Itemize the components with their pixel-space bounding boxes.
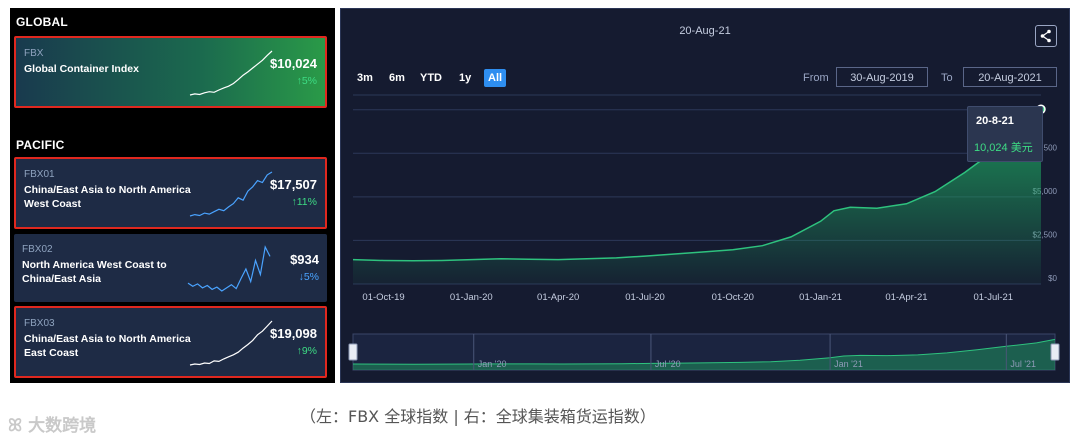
index-price: $10,024 bbox=[270, 56, 317, 71]
share-icon bbox=[1040, 29, 1051, 43]
sparkline bbox=[189, 171, 273, 217]
price-chart[interactable]: $0$2,500$5,000$7,50001-Oct-19 01-Jan-20 01… bbox=[341, 89, 1069, 379]
navigator-label: Jan '20 bbox=[478, 359, 507, 369]
sparkline bbox=[189, 320, 273, 366]
index-name: North America West Coast to China/East A… bbox=[22, 259, 167, 285]
index-price: $934 bbox=[290, 252, 319, 267]
index-price: $17,507 bbox=[270, 177, 317, 192]
x-tick-label: 01-Jul-21 bbox=[973, 292, 1013, 303]
index-name: Global Container Index bbox=[24, 63, 139, 75]
share-button[interactable] bbox=[1035, 25, 1057, 47]
to-date-input[interactable]: 20-Aug-2021 bbox=[963, 67, 1057, 87]
x-tick-label: 01-Jul-20 bbox=[625, 292, 665, 303]
navigator-label: Jul '20 bbox=[655, 359, 681, 369]
global-section-title: GLOBAL bbox=[16, 15, 68, 29]
index-code: FBX bbox=[24, 48, 44, 59]
index-name: China/East Asia to North America East Co… bbox=[24, 333, 191, 359]
navigator-handle-right[interactable] bbox=[1050, 343, 1060, 361]
x-tick-label: 01-Jan-21 bbox=[799, 292, 842, 303]
index-change: ↑9% bbox=[296, 345, 317, 357]
index-price: $19,098 bbox=[270, 326, 317, 341]
chart-tooltip: 20-8-21 10,024 美元 bbox=[967, 106, 1043, 162]
sparkline-series bbox=[189, 50, 273, 96]
chart-date-label: 20-Aug-21 bbox=[679, 25, 731, 37]
x-tick-label: 01-Oct-20 bbox=[712, 292, 754, 303]
navigator-label: Jul '21 bbox=[1010, 359, 1036, 369]
x-tick-label: 01-Oct-19 bbox=[362, 292, 404, 303]
index-card-global[interactable]: FBX Global Container Index $10,024 ↑5% bbox=[14, 36, 327, 108]
figure-caption: （左：FBX 全球指数 | 右：全球集装箱货运指数） bbox=[300, 407, 656, 426]
range-button-3m[interactable]: 3m bbox=[353, 69, 377, 87]
index-name: China/East Asia to North America West Co… bbox=[24, 184, 191, 210]
pacific-section-title: PACIFIC bbox=[16, 138, 65, 152]
sparkline-series bbox=[187, 245, 271, 292]
sparkline bbox=[187, 245, 271, 292]
navigator-label: Jan '21 bbox=[834, 359, 863, 369]
y-tick-label: $0 bbox=[1048, 274, 1057, 283]
index-chart-panel: 20-Aug-21 3m 6m YTD 1y All From 30-Aug-2… bbox=[340, 8, 1070, 383]
tooltip-date: 20-8-21 bbox=[976, 115, 1014, 127]
index-card-fbx01[interactable]: FBX01 China/East Asia to North America W… bbox=[14, 157, 327, 229]
watermark-logo: ꕤ 大数跨境 bbox=[8, 416, 97, 436]
to-label: To bbox=[941, 72, 953, 84]
index-change: ↑5% bbox=[296, 75, 317, 87]
from-date-input[interactable]: 30-Aug-2019 bbox=[836, 67, 928, 87]
navigator-handle-left[interactable] bbox=[348, 343, 358, 361]
x-tick-label: 01-Jan-20 bbox=[450, 292, 493, 303]
range-button-1y[interactable]: 1y bbox=[455, 69, 475, 87]
tooltip-value: 10,024 美元 bbox=[974, 142, 1033, 154]
index-change: ↓5% bbox=[298, 271, 319, 283]
range-button-6m[interactable]: 6m bbox=[385, 69, 409, 87]
sparkline-series bbox=[189, 171, 273, 217]
range-button-all[interactable]: All bbox=[484, 69, 507, 87]
index-card-fbx03[interactable]: FBX03 China/East Asia to North America E… bbox=[14, 306, 327, 378]
index-code: FBX01 bbox=[24, 169, 55, 180]
range-button-ytd[interactable]: YTD bbox=[416, 69, 446, 87]
index-change: ↑11% bbox=[291, 196, 318, 208]
index-list-panel: GLOBAL FBX Global Container Index $10,02… bbox=[10, 8, 335, 383]
index-code: FBX03 bbox=[24, 318, 55, 329]
x-tick-label: 01-Apr-20 bbox=[537, 292, 579, 303]
index-card-fbx02[interactable]: FBX02 North America West Coast to China/… bbox=[14, 234, 327, 302]
sparkline bbox=[189, 50, 273, 96]
x-tick-label: 01-Apr-21 bbox=[885, 292, 927, 303]
from-label: From bbox=[803, 72, 829, 84]
sparkline-series bbox=[189, 320, 273, 366]
index-code: FBX02 bbox=[22, 244, 53, 255]
brand-logo-icon: ꕤ bbox=[8, 416, 23, 436]
